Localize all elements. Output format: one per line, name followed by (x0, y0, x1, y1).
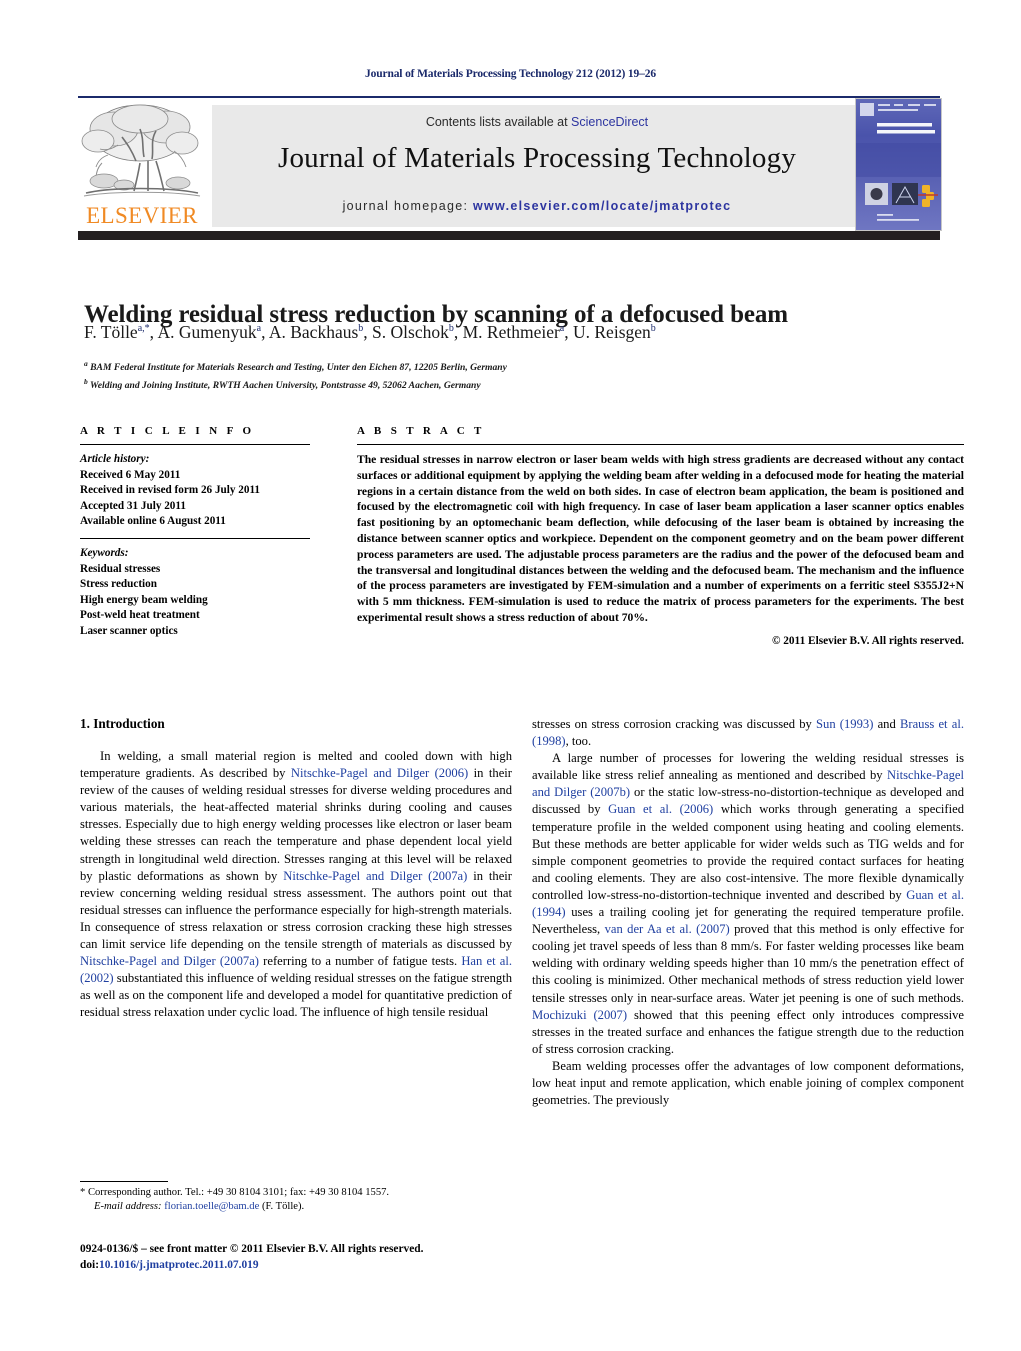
section-heading-introduction: 1. Introduction (80, 716, 165, 731)
email-label: E-mail address: (94, 1201, 162, 1213)
affiliation-a-text: BAM Federal Institute for Materials Rese… (90, 362, 507, 374)
journal-homepage-line: journal homepage: www.elsevier.com/locat… (213, 199, 861, 213)
abstract-column: A B S T R A C T The residual stresses in… (357, 425, 964, 647)
affiliation-b-text: Welding and Joining Institute, RWTH Aach… (89, 380, 481, 392)
journal-homepage-link[interactable]: www.elsevier.com/locate/jmatprotec (473, 199, 731, 213)
author-list: F. Töllea,*, A. Gumenyuka, A. Backhausb,… (84, 322, 656, 342)
keyword-item: High energy beam welding (80, 593, 208, 606)
keywords-rule (80, 537, 310, 539)
abstract-copyright: © 2011 Elsevier B.V. All rights reserved… (771, 634, 964, 647)
running-head: Journal of Materials Processing Technolo… (365, 68, 656, 80)
footnote-block: * Corresponding author. Tel.: +49 30 810… (80, 1186, 512, 1215)
article-history-label: Article history: (80, 453, 150, 465)
history-item: Accepted 31 July 2011 (80, 499, 186, 512)
article-info-heading: A R T I C L E I N F O (80, 425, 255, 437)
keywords-block: Keywords: Residual stresses Stress reduc… (80, 546, 310, 640)
paragraph: stresses on stress corrosion cracking wa… (532, 717, 964, 749)
contents-prefix: Contents lists available at (425, 115, 572, 129)
email-suffix: (F. Tölle). (261, 1201, 305, 1213)
keyword-item: Post-weld heat treatment (80, 609, 200, 622)
elsevier-tree-icon (81, 104, 201, 197)
paper-page: Journal of Materials Processing Technolo… (0, 0, 1021, 1351)
article-history-block: Article history: Received 6 May 2011 Rec… (80, 452, 310, 530)
body-column-right: stresses on stress corrosion cracking wa… (532, 716, 964, 1109)
abstract-text: The residual stresses in narrow electron… (357, 453, 964, 624)
keyword-item: Residual stresses (80, 562, 161, 575)
imprint-block: 0924-0136/$ – see front matter © 2011 El… (80, 1241, 600, 1273)
journal-cover-thumbnail (855, 98, 942, 231)
corresponding-author-note: * Corresponding author. Tel.: +49 30 810… (80, 1187, 390, 1198)
email-link[interactable]: florian.toelle@bam.de (164, 1201, 259, 1212)
doi-line: doi:10.1016/j.jmatprotec.2011.07.019 (80, 1257, 600, 1273)
affiliation-b: b Welding and Joining Institute, RWTH Aa… (84, 377, 481, 392)
affiliations: a BAM Federal Institute for Materials Re… (84, 357, 944, 393)
doi-prefix: doi: (80, 1259, 99, 1271)
affiliation-a: a BAM Federal Institute for Materials Re… (84, 359, 507, 374)
history-item: Received 6 May 2011 (80, 468, 181, 481)
keywords-label: Keywords: (80, 546, 129, 559)
journal-masthead: ELSEVIER Contents lists available at Sci… (78, 97, 942, 231)
elsevier-wordmark: ELSEVIER (86, 203, 198, 228)
paragraph: A large number of processes for lowering… (532, 751, 964, 1056)
history-item: Available online 6 August 2011 (80, 515, 226, 528)
abstract-heading: A B S T R A C T (357, 425, 485, 437)
contents-available-line: Contents lists available at ScienceDirec… (213, 115, 861, 129)
history-item: Received in revised form 26 July 2011 (80, 484, 261, 497)
keyword-item: Stress reduction (80, 578, 157, 591)
email-note: E-mail address: florian.toelle@bam.de (F… (80, 1200, 512, 1214)
journal-title: Journal of Materials Processing Technolo… (277, 142, 797, 174)
cover-artwork (856, 99, 941, 230)
issn-line: 0924-0136/$ – see front matter © 2011 El… (80, 1243, 424, 1255)
abstract-rule (357, 444, 964, 445)
footnote-rule (80, 1181, 168, 1182)
homepage-label: journal homepage: (342, 199, 473, 213)
keyword-item: Laser scanner optics (80, 624, 178, 637)
sciencedirect-link[interactable]: ScienceDirect (571, 115, 648, 129)
contents-banner: Contents lists available at ScienceDirec… (212, 105, 862, 227)
paragraph: Beam welding processes offer the advanta… (532, 1058, 964, 1108)
body-column-left: 1. Introduction In welding, a small mate… (80, 716, 512, 1022)
elsevier-logo: ELSEVIER (78, 99, 206, 230)
article-info-column: A R T I C L E I N F O Article history: R… (80, 425, 310, 640)
article-info-rule (80, 444, 310, 445)
masthead-bottom-rule (78, 231, 940, 240)
doi-link[interactable]: 10.1016/j.jmatprotec.2011.07.019 (99, 1259, 259, 1271)
paragraph: In welding, a small material region is m… (80, 749, 512, 1020)
